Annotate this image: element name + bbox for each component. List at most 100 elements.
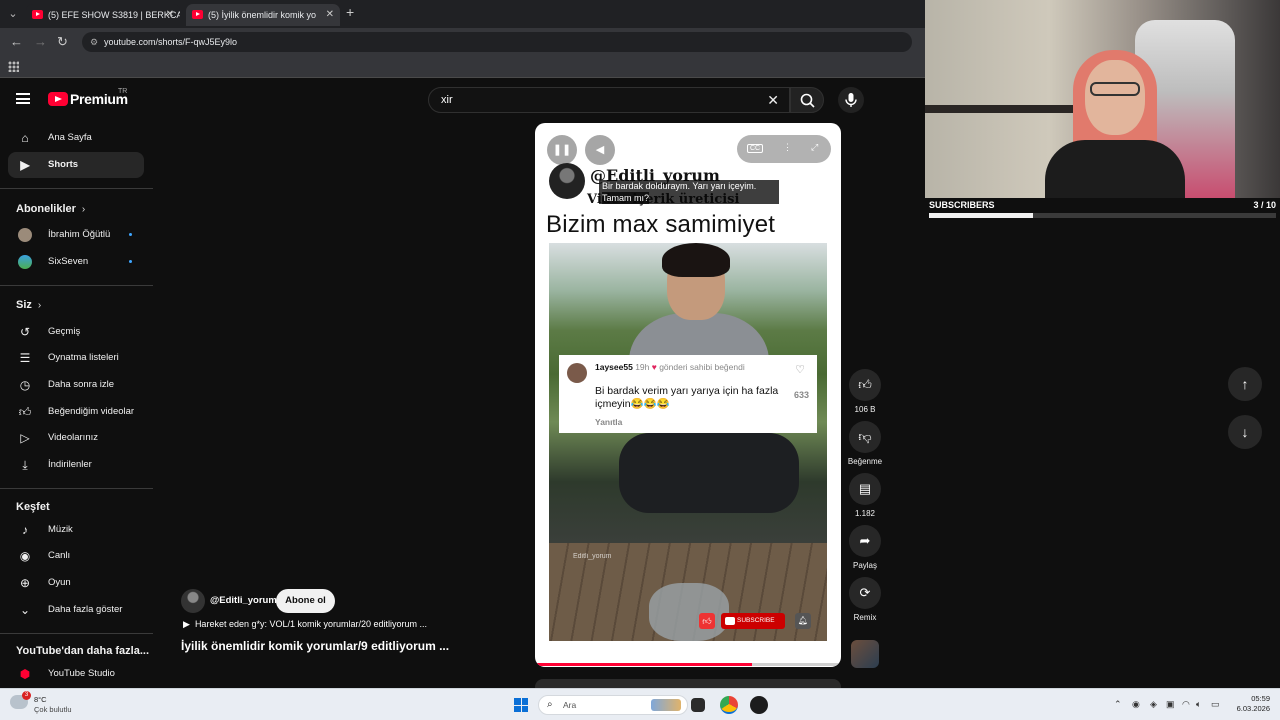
- sidebar-item-ibrahim[interactable]: İbrahim Öğütlü: [8, 222, 144, 248]
- sidebar-item-gaming[interactable]: ⊕ Oyun: [8, 570, 144, 596]
- comments-button[interactable]: ▤: [849, 473, 881, 505]
- tray-app-icon[interactable]: ◉: [1132, 699, 1140, 710]
- downloads-icon: ⤓: [22, 458, 28, 472]
- tray-app-icon[interactable]: ◈: [1150, 699, 1157, 710]
- subscriptions-heading[interactable]: Abonelikler ›: [16, 203, 85, 215]
- sidebar-item-sixseven[interactable]: SixSeven: [8, 249, 144, 275]
- share-button[interactable]: ➦: [849, 525, 881, 557]
- apps-grid-icon[interactable]: [8, 61, 19, 72]
- forward-arrow-icon[interactable]: →: [34, 34, 47, 49]
- channel-avatar[interactable]: [181, 589, 205, 613]
- webcam-overlay: [925, 0, 1280, 200]
- avatar: [18, 228, 32, 242]
- bookmarks-bar: [0, 56, 925, 78]
- remix-button[interactable]: ⟳: [849, 577, 881, 609]
- tab-search-chevron-icon[interactable]: ⌄: [4, 5, 22, 23]
- tab-close-icon[interactable]: ✕: [166, 4, 174, 26]
- comment-count: 1.182: [854, 509, 876, 518]
- sidebar-item-your-videos[interactable]: ▷ Videolarınız: [8, 425, 144, 451]
- weather-widget[interactable]: 3 8°C Çok bulutlu: [10, 691, 80, 717]
- sidebar-item-playlists[interactable]: ☰ Oynatma listeleri: [8, 345, 144, 371]
- shorts-player[interactable]: ❚❚ ◀︎ CC ⋮ ⤢ @Editli_yorum Video içerik …: [535, 123, 841, 667]
- battery-icon[interactable]: ▭: [1211, 699, 1220, 710]
- pause-icon[interactable]: ❚❚: [547, 135, 577, 165]
- chevron-right-icon: ›: [37, 300, 42, 311]
- sidebar-item-liked-videos[interactable]: 👍︎ Beğendiğim videolar: [8, 399, 144, 425]
- comment-reply: Yanıtla: [595, 417, 623, 427]
- subscribe-button[interactable]: Abone ol: [276, 589, 335, 613]
- sidebar-item-live[interactable]: ◉ Canlı: [8, 543, 144, 569]
- more-options-icon[interactable]: ⋮: [783, 142, 792, 153]
- remix-thumbnail[interactable]: [851, 640, 879, 668]
- search-input[interactable]: xir ✕: [428, 87, 790, 113]
- search-button[interactable]: [790, 87, 824, 113]
- comment-avatar: [567, 363, 587, 383]
- task-view-icon[interactable]: [691, 698, 705, 712]
- url-field[interactable]: ⚙ youtube.com/shorts/F-qwJ5Ey9lo: [82, 32, 912, 52]
- clear-search-icon[interactable]: ✕: [767, 88, 779, 112]
- chrome-icon[interactable]: [720, 696, 738, 714]
- back-arrow-icon[interactable]: ←: [10, 34, 23, 49]
- sidebar-item-history[interactable]: ↺ Geçmiş: [8, 319, 144, 345]
- section-title-text: YouTube'dan daha fazla...: [16, 645, 149, 657]
- fullscreen-icon[interactable]: ⤢: [811, 142, 818, 153]
- comment-icon: ▤: [858, 481, 872, 496]
- music-link[interactable]: ▶ Hareket eden g*y: VOL/1 komik yorumlar…: [183, 619, 427, 630]
- sidebar-item-label: SixSeven: [48, 256, 89, 267]
- browser-tab-iyilik[interactable]: (5) İyilik önemlidir komik yo ✕: [186, 4, 340, 26]
- closed-captions-icon[interactable]: CC: [747, 144, 764, 153]
- tray-app-icon[interactable]: ▣: [1166, 699, 1175, 710]
- volume-icon[interactable]: ◀︎: [585, 135, 615, 165]
- sidebar-item-home[interactable]: ⌂ Ana Sayfa: [8, 125, 144, 151]
- browser-tab-efe-show[interactable]: (5) EFE SHOW S3819 | BERKCAN ✕: [26, 4, 180, 26]
- sidebar-item-music[interactable]: ♪ Müzik: [8, 517, 144, 543]
- hamburger-menu-icon[interactable]: [16, 93, 30, 104]
- short-title[interactable]: İyilik önemlidir komik yorumlar/9 editli…: [181, 639, 449, 653]
- taskbar-search[interactable]: ⌕ Ara: [538, 695, 688, 715]
- sidebar-item-label: Daha sonra izle: [48, 379, 115, 390]
- sidebar-item-label: İndirilenler: [48, 459, 92, 470]
- speaker-icon[interactable]: 🔈︎: [1196, 699, 1201, 710]
- like-button[interactable]: 👍︎: [849, 369, 881, 401]
- your-videos-icon: ▷: [20, 431, 30, 445]
- more-from-youtube-heading: YouTube'dan daha fazla...: [16, 645, 149, 657]
- tab-close-icon[interactable]: ✕: [326, 4, 334, 26]
- comment-header: 1aysee55 19h ♥ gönderi sahibi beğendi: [595, 362, 755, 372]
- previous-short-button[interactable]: ↑: [1228, 367, 1262, 401]
- comment-username: 1aysee55: [595, 362, 633, 372]
- next-short-button[interactable]: ↓: [1228, 415, 1262, 449]
- sidebar-item-watch-later[interactable]: ◷ Daha sonra izle: [8, 372, 144, 398]
- tray-overflow-icon[interactable]: ⌃: [1114, 699, 1122, 710]
- watch-later-icon: ◷: [19, 378, 31, 392]
- new-content-dot: [129, 260, 132, 263]
- sidebar-item-shorts[interactable]: ▶ Shorts: [8, 152, 144, 178]
- video-overlay-title: Bizim max samimiyet: [546, 211, 776, 238]
- clock-time: 05:59: [1251, 694, 1270, 703]
- video-watermark: Editli_yorum: [573, 553, 612, 560]
- dislike-button[interactable]: 👎︎: [849, 421, 881, 453]
- explore-heading: Keşfet: [16, 501, 50, 513]
- reload-icon[interactable]: ↻: [57, 34, 68, 50]
- site-info-icon[interactable]: ⚙: [90, 32, 98, 52]
- sidebar-item-youtube-studio[interactable]: ⬢ YouTube Studio: [8, 661, 144, 687]
- video-frame[interactable]: 1aysee55 19h ♥ gönderi sahibi beğendi Bi…: [549, 243, 827, 641]
- obs-icon[interactable]: [750, 696, 768, 714]
- shorts-icon: ▶: [20, 158, 30, 172]
- youtube-favicon-icon: [192, 10, 203, 19]
- channel-handle[interactable]: @Editli_yorum: [210, 595, 277, 606]
- new-tab-button[interactable]: +: [346, 4, 354, 20]
- youtube-logo-icon[interactable]: [48, 92, 68, 106]
- system-clock[interactable]: 05:59 6.03.2026: [1226, 694, 1270, 714]
- windows-start-icon[interactable]: [514, 698, 528, 712]
- chevron-right-icon: ›: [81, 204, 86, 215]
- sidebar-item-downloads[interactable]: ⤓ İndirilenler: [8, 452, 144, 478]
- video-progress-bar[interactable]: [535, 663, 841, 666]
- video-progress-fill: [535, 663, 753, 666]
- heart-icon: ♥: [651, 362, 657, 372]
- you-heading[interactable]: Siz ›: [16, 299, 41, 311]
- wifi-icon[interactable]: ◠: [1182, 699, 1190, 710]
- voice-search-button[interactable]: [838, 87, 864, 113]
- remix-label: Remix: [853, 613, 877, 622]
- arrow-up-icon: ↑: [1241, 376, 1249, 392]
- sidebar-item-show-more[interactable]: ⌄ Daha fazla göster: [8, 597, 144, 623]
